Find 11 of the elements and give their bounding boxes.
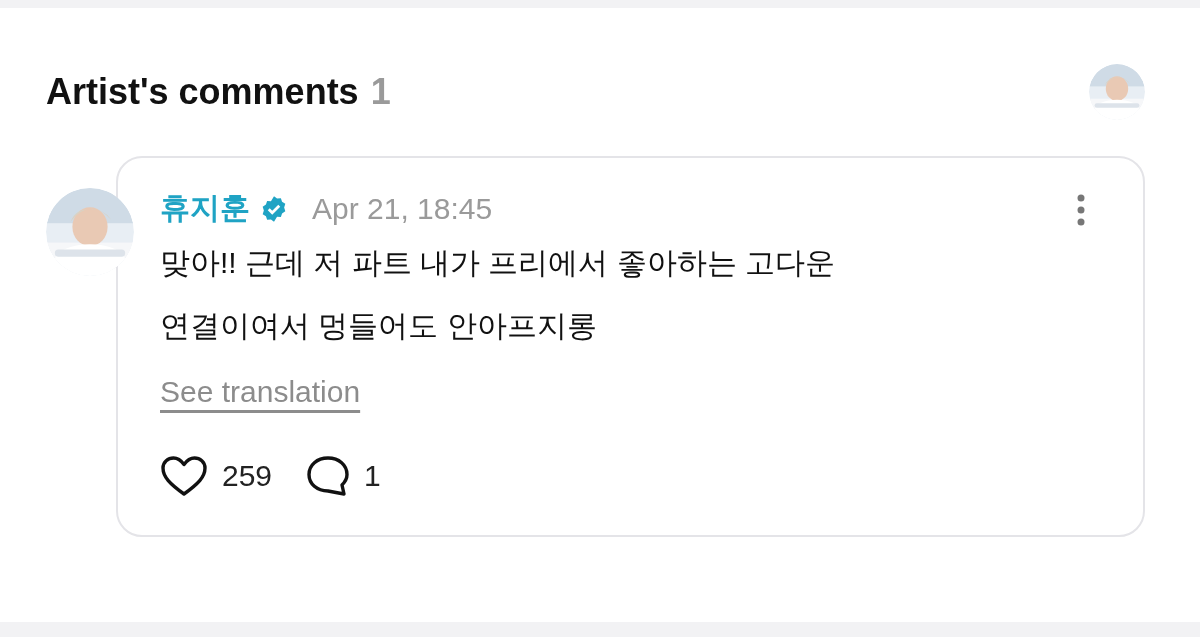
reply-count: 1 [364,459,381,493]
section-title: Artist's comments [46,71,359,113]
comment-count: 1 [370,71,391,113]
author-name[interactable]: 휴지훈 [160,188,250,229]
like-count: 259 [222,459,273,493]
more-icon[interactable] [1077,194,1085,226]
comment-text: 맞아!! 근데 저 파트 내가 프리에서 좋아하는 고다운 연결이여서 멍들어도 안아프지롱 [160,245,836,344]
heart-icon[interactable] [160,455,208,497]
comment-date: Apr 21, 18:45 [312,191,493,226]
see-translation-link[interactable]: See translation [160,375,361,409]
comment-icon[interactable] [306,455,351,497]
